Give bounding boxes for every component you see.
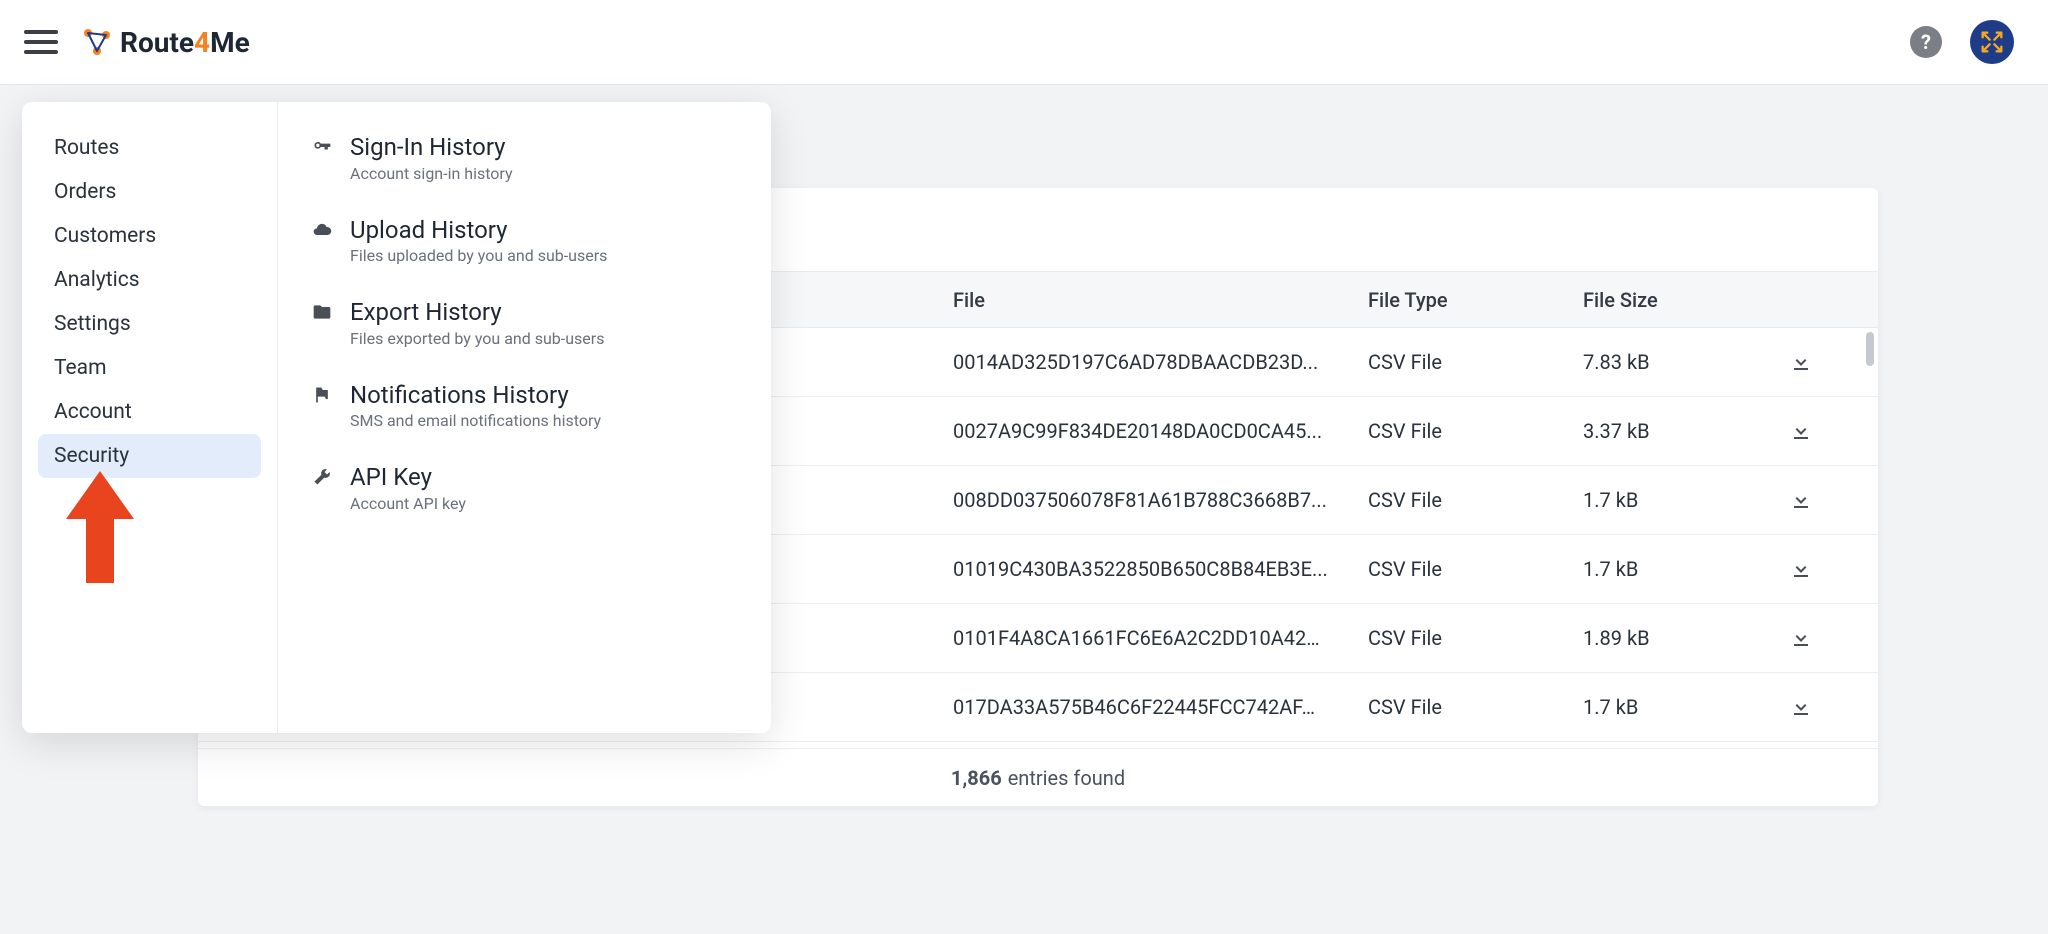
cell-file: 0101F4A8CA1661FC6E6A2C2DD10A422...: [943, 604, 1358, 673]
secondary-nav-sub: Account sign-in history: [350, 164, 737, 183]
table-row[interactable]: 7Feb 15, 2030 04:01 PMRoute4me QA0184900…: [198, 742, 1878, 748]
cell-file-size: 1.7 kB: [1573, 557, 1753, 581]
cell-file: 008DD037506078F81A61B788C3668B7...: [943, 466, 1358, 535]
download-icon[interactable]: [1753, 695, 1848, 719]
brand-text-mid: 4: [194, 26, 210, 59]
brand-logo-icon: [82, 27, 112, 57]
cell-file-type: CSV File: [1358, 695, 1573, 719]
cell-file: 01019C430BA3522850B650C8B84EB3E...: [943, 535, 1358, 604]
download-icon[interactable]: [1753, 626, 1848, 650]
secondary-nav-title: Upload History: [350, 217, 737, 245]
cloud-icon: [312, 220, 334, 242]
download-icon[interactable]: [1753, 557, 1848, 581]
th-file-type[interactable]: File Type: [1358, 288, 1573, 312]
secondary-nav-item[interactable]: Notifications HistorySMS and email notif…: [304, 372, 745, 447]
secondary-nav-item[interactable]: Export History Files exported by you and …: [304, 289, 745, 364]
flag-icon: [312, 385, 334, 407]
download-icon[interactable]: [1753, 419, 1848, 443]
primary-nav-item[interactable]: Security: [38, 434, 261, 478]
th-file[interactable]: File: [943, 288, 1358, 312]
key-icon: [312, 137, 334, 159]
secondary-nav-sub: Files uploaded by you and sub-users: [350, 246, 737, 265]
cell-file-type: CSV File: [1358, 419, 1573, 443]
primary-nav-item[interactable]: Team: [38, 346, 261, 390]
scrollbar-thumb[interactable]: [1866, 332, 1874, 366]
cell-file-type: CSV File: [1358, 557, 1573, 581]
cell-file-size: 3.37 kB: [1573, 419, 1753, 443]
hamburger-menu-button[interactable]: [24, 24, 60, 60]
cell-file: 0014AD325D197C6AD78DBAACDB23D...: [943, 328, 1358, 397]
folder-icon: [312, 302, 334, 324]
primary-nav-item[interactable]: Analytics: [38, 258, 261, 302]
main-nav-popover: RoutesOrdersCustomersAnalyticsSettingsTe…: [22, 102, 771, 733]
cell-file-type: CSV File: [1358, 488, 1573, 512]
brand-text-last: Me: [210, 26, 250, 59]
user-avatar[interactable]: [1970, 20, 2014, 64]
app-header: Route4Me ?: [0, 0, 2048, 85]
download-icon[interactable]: [1753, 350, 1848, 374]
secondary-nav-sub: Account API key: [350, 494, 737, 513]
cell-file-size: 1.7 kB: [1573, 695, 1753, 719]
cell-file-size: 1.89 kB: [1573, 626, 1753, 650]
cell-file: 01849003C5C26197571F6224B5E93C2...: [943, 742, 1358, 749]
cell-file: 017DA33A575B46C6F22445FCC742AFA...: [943, 673, 1358, 742]
th-file-size[interactable]: File Size: [1573, 288, 1753, 312]
secondary-nav-sub: Files exported by you and sub-users: [350, 329, 737, 348]
secondary-nav-item[interactable]: API Key Account API key: [304, 454, 745, 529]
secondary-nav-title: Export History: [350, 299, 737, 327]
table-footer: 1,866 entries found: [198, 748, 1878, 806]
primary-nav-item[interactable]: Orders: [38, 170, 261, 214]
primary-nav-item[interactable]: Customers: [38, 214, 261, 258]
secondary-nav-sub: SMS and email notifications history: [350, 411, 737, 430]
secondary-nav-title: API Key: [350, 464, 737, 492]
secondary-nav-list: Sign-In History Account sign-in history Up…: [278, 102, 771, 733]
content-area: File File Type File Size 0014AD325D197C6…: [0, 85, 2048, 934]
download-icon[interactable]: [1753, 488, 1848, 512]
wrench-icon: [312, 467, 334, 489]
help-icon[interactable]: ?: [1910, 26, 1942, 58]
cell-file-size: 7.83 kB: [1573, 350, 1753, 374]
primary-nav-item[interactable]: Routes: [38, 126, 261, 170]
cell-file-size: 1.7 kB: [1573, 488, 1753, 512]
secondary-nav-title: Sign-In History: [350, 134, 737, 162]
footer-count: 1,866: [951, 766, 1002, 790]
brand-logo[interactable]: Route4Me: [82, 26, 250, 59]
primary-nav-item[interactable]: Account: [38, 390, 261, 434]
primary-nav-item[interactable]: Settings: [38, 302, 261, 346]
secondary-nav-item[interactable]: Sign-In History Account sign-in history: [304, 124, 745, 199]
brand-text-first: Route: [120, 26, 194, 59]
cell-file-type: CSV File: [1358, 626, 1573, 650]
secondary-nav-title: Notifications History: [350, 382, 737, 410]
secondary-nav-item[interactable]: Upload HistoryFiles uploaded by you and …: [304, 207, 745, 282]
primary-nav-list: RoutesOrdersCustomersAnalyticsSettingsTe…: [22, 102, 278, 733]
footer-suffix: entries found: [1008, 766, 1125, 790]
cell-file: 0027A9C99F834DE20148DA0CD0CA45...: [943, 397, 1358, 466]
cell-file-type: CSV File: [1358, 350, 1573, 374]
